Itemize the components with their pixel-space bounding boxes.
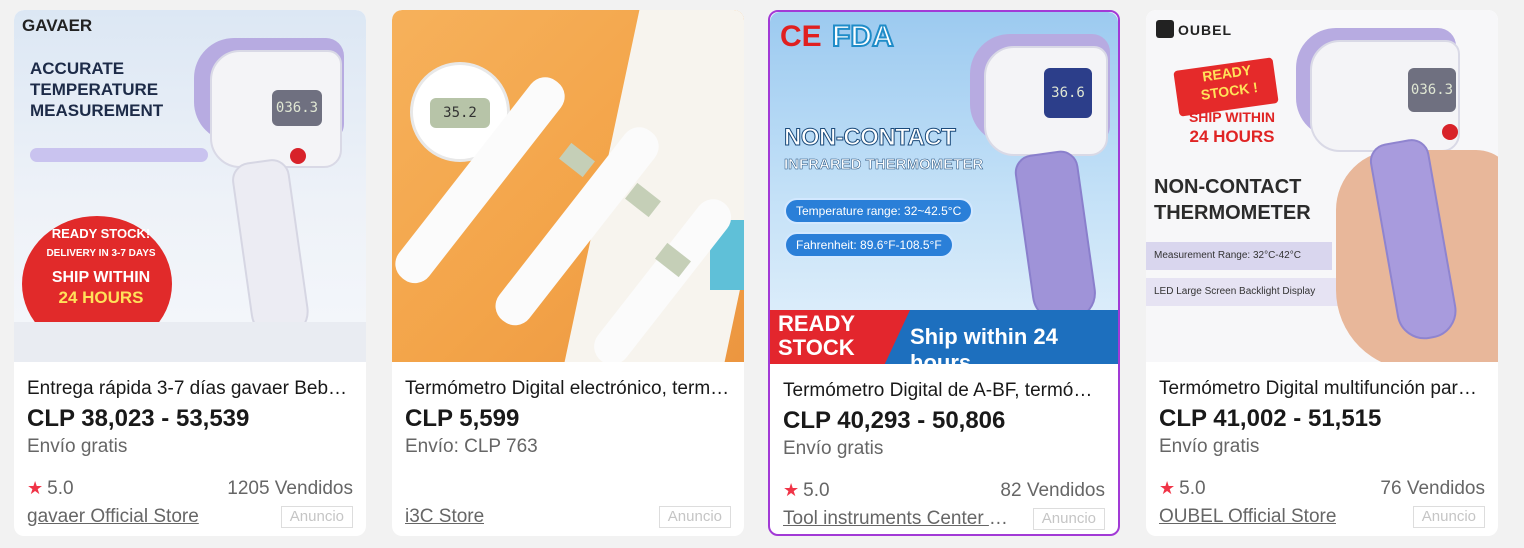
- product-card[interactable]: GAVAER ACCURATE TEMPERATURE MEASUREMENT …: [14, 10, 366, 536]
- image-brand: GAVAER: [22, 16, 93, 35]
- spec-pill: Measurement Range: 32°C-42°C: [1146, 242, 1332, 270]
- product-card[interactable]: 35.2 Termómetro Digital electrónico, ter…: [392, 10, 744, 536]
- thermometer-handle: [1012, 148, 1100, 326]
- ship-banner-text: Ship within 24 hours: [910, 324, 1058, 364]
- product-price: CLP 40,293 - 50,806: [783, 407, 1006, 434]
- shipping-text: Envío gratis: [783, 438, 884, 459]
- product-base-shadow: [14, 322, 366, 362]
- shipping-text: Envío gratis: [1159, 436, 1260, 457]
- range-pill: [30, 148, 208, 162]
- product-price: CLP 38,023 - 53,539: [27, 405, 250, 432]
- product-title[interactable]: Termómetro Digital multifunción para beb…: [1159, 377, 1485, 401]
- image-headline: ACCURATE TEMPERATURE MEASUREMENT: [30, 59, 164, 120]
- store-row: i3C Store Anuncio: [405, 506, 731, 528]
- product-title[interactable]: Termómetro Digital de A-BF, termómetro i…: [783, 379, 1105, 403]
- store-link[interactable]: i3C Store: [405, 506, 484, 528]
- ad-badge: Anuncio: [658, 506, 731, 528]
- lcd-display: 036.3: [272, 90, 322, 126]
- product-price: CLP 41,002 - 51,515: [1159, 405, 1382, 432]
- ad-badge: Anuncio: [1032, 508, 1105, 530]
- power-button-icon: [290, 148, 306, 164]
- spec-pill: Fahrenheit: 89.6°F-108.5°F: [784, 232, 954, 258]
- lcd-display: 35.2: [430, 98, 490, 128]
- store-row: OUBEL Official Store Anuncio: [1159, 506, 1485, 528]
- sold-count: 76 Vendidos: [1380, 478, 1485, 499]
- product-card[interactable]: CE FDA NON-CONTACT INFRARED THERMOMETER …: [768, 10, 1120, 536]
- product-image[interactable]: CE FDA NON-CONTACT INFRARED THERMOMETER …: [770, 12, 1118, 364]
- fda-mark: FDA: [831, 19, 895, 54]
- product-info: Termómetro Digital electrónico, termómet…: [405, 362, 731, 528]
- product-info: Termómetro Digital multifunción para beb…: [1159, 362, 1485, 528]
- rating-row: ★ 5.0 82 Vendidos: [783, 480, 1105, 502]
- thermometer-handle: [229, 156, 313, 344]
- ad-badge: Anuncio: [280, 506, 353, 528]
- store-link[interactable]: gavaer Official Store: [27, 506, 199, 528]
- ad-badge: Anuncio: [1412, 506, 1485, 528]
- product-image[interactable]: GAVAER ACCURATE TEMPERATURE MEASUREMENT …: [14, 10, 366, 362]
- star-icon: ★: [783, 480, 800, 500]
- store-link[interactable]: OUBEL Official Store: [1159, 506, 1336, 528]
- sold-count: 82 Vendidos: [1000, 480, 1105, 501]
- lcd-display: 36.6: [1044, 68, 1092, 118]
- image-brand: OUBEL: [1178, 22, 1232, 38]
- image-headline: NON-CONTACT: [783, 124, 956, 152]
- rating: ★ 5.0: [783, 480, 830, 501]
- power-button-icon: [1442, 124, 1458, 140]
- product-card[interactable]: OUBEL READY STOCK ! SHIP WITHIN 24 HOURS…: [1146, 10, 1498, 536]
- ce-mark: CE: [780, 20, 822, 53]
- image-subheadline: INFRARED THERMOMETER: [784, 156, 984, 174]
- spec-pill: LED Large Screen Backlight Display: [1146, 278, 1346, 306]
- rating-row: ★ 5.0 1205 Vendidos: [27, 478, 353, 500]
- shipping-text: Envío gratis: [27, 436, 128, 457]
- lcd-display: 036.3: [1408, 68, 1456, 112]
- product-title[interactable]: Termómetro Digital electrónico, termómet…: [405, 377, 731, 401]
- star-icon: ★: [1159, 478, 1176, 498]
- product-image[interactable]: 35.2: [392, 10, 744, 362]
- lcd-window: [559, 142, 595, 178]
- product-price: CLP 5,599: [405, 405, 520, 432]
- spec-pill: Temperature range: 32~42.5°C: [784, 198, 974, 224]
- product-image[interactable]: OUBEL READY STOCK ! SHIP WITHIN 24 HOURS…: [1146, 10, 1498, 362]
- shipping-text: Envío: CLP 763: [405, 436, 538, 457]
- product-title[interactable]: Entrega rápida 3-7 días gavaer Bebé Term…: [27, 377, 353, 401]
- product-info: Termómetro Digital de A-BF, termómetro i…: [783, 364, 1105, 530]
- brand-logo-icon: [1156, 20, 1174, 38]
- star-icon: ★: [27, 478, 44, 498]
- store-row: Tool instruments Center Store Anuncio: [783, 508, 1105, 530]
- rating: ★ 5.0: [27, 478, 74, 499]
- store-row: gavaer Official Store Anuncio: [27, 506, 353, 528]
- image-headline: NON-CONTACT THERMOMETER: [1154, 176, 1311, 224]
- store-link[interactable]: Tool instruments Center Store: [783, 508, 1013, 530]
- product-info: Entrega rápida 3-7 días gavaer Bebé Term…: [27, 362, 353, 528]
- sold-count: 1205 Vendidos: [227, 478, 353, 499]
- rating-row: ★ 5.0 76 Vendidos: [1159, 478, 1485, 500]
- rating: ★ 5.0: [1159, 478, 1206, 499]
